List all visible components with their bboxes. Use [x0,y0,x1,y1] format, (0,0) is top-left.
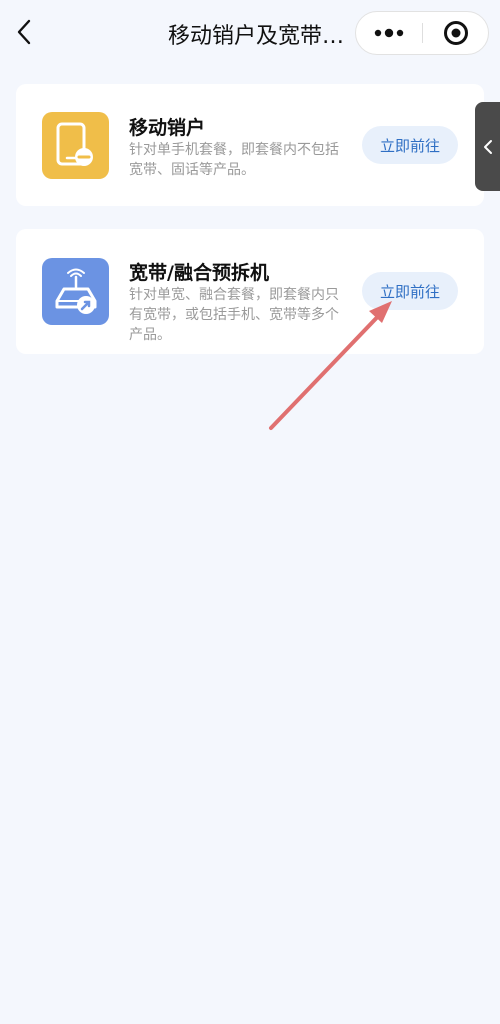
close-button[interactable] [423,12,489,54]
more-button[interactable] [356,12,422,54]
back-button[interactable] [8,14,40,50]
card-title: 移动销户 [129,117,206,139]
mini-program-capsule [355,11,489,55]
more-dots-icon [374,28,404,38]
card-icon-container [42,258,109,325]
phone-minus-icon [56,122,93,166]
card-description: 针对单手机套餐，即套餐内不包括宽带、固话等产品。 [129,142,339,178]
go-now-button[interactable]: 立即前往 [362,126,458,164]
card-icon-container [42,112,109,179]
page-title: 移动销户及宽带/融合预拆机 [168,24,348,49]
card-description: 针对单宽、融合套餐，即套餐内只有宽带，或包括手机、宽带等多个产品。 [129,287,339,343]
target-circle-icon [444,21,468,45]
router-wrench-icon [55,268,96,314]
card-title: 宽带/融合预拆机 [129,262,269,284]
broadband-pre-removal-card: 宽带/融合预拆机 针对单宽、融合套餐，即套餐内只有宽带，或包括手机、宽带等多个产… [16,229,484,354]
nav-header: 移动销户及宽带/融合预拆机 [0,0,500,66]
go-now-button[interactable]: 立即前往 [362,272,458,310]
chevron-left-icon [483,139,492,154]
side-expand-tab[interactable] [475,102,500,191]
page: 移动销户及宽带/融合预拆机 [0,0,500,1024]
chevron-left-icon [17,19,31,45]
mobile-cancel-card: 移动销户 针对单手机套餐，即套餐内不包括宽带、固话等产品。 立即前往 [16,84,484,206]
